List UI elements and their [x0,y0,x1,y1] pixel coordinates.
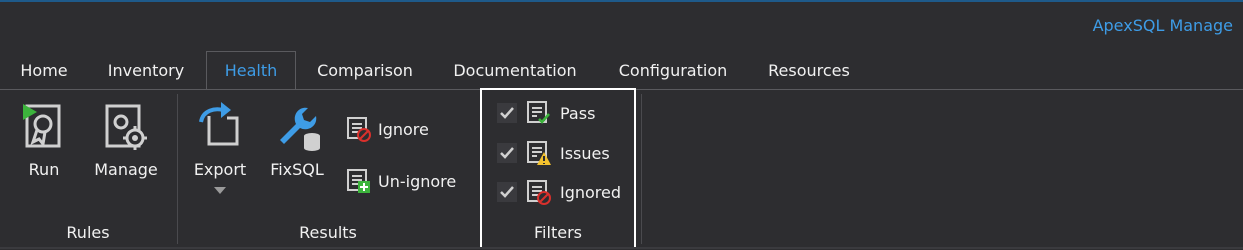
ignore-button[interactable]: Ignore [346,116,429,142]
checkbox-checked-icon[interactable] [496,181,518,203]
export-label: Export [193,160,247,179]
unignore-button[interactable]: Un-ignore [346,168,456,194]
group-divider [641,94,642,244]
results-group-label: Results [299,223,357,242]
pass-icon [527,101,550,124]
results-group: Export FixSQL Ignore Un-ignore Results [178,90,478,248]
export-button[interactable]: Export [190,100,250,199]
fixsql-label: FixSQL [270,160,324,179]
filter-issues[interactable]: Issues [496,140,610,166]
unignore-icon [347,169,370,193]
filters-group-label: Filters [534,223,582,242]
tab-home[interactable]: Home [8,52,80,90]
wrench-database-icon [280,107,320,151]
filter-issues-label: Issues [560,143,610,163]
title-bar: ApexSQL Manage [0,2,1243,50]
filters-group: Pass Issues Ignored Filters [480,88,636,248]
checkbox-checked-icon[interactable] [496,142,518,164]
export-icon [199,102,239,146]
filter-pass[interactable]: Pass [496,100,595,126]
manage-icon [105,104,147,150]
ignored-icon [527,180,551,205]
rules-group-label: Rules [66,223,110,242]
manage-button[interactable]: Manage [88,100,164,179]
tab-configuration[interactable]: Configuration [606,52,740,90]
run-icon [23,104,61,148]
ribbon-tabs: Home Inventory Health Comparison Documen… [0,50,1243,91]
filter-ignored[interactable]: Ignored [496,179,621,205]
unignore-label: Un-ignore [378,171,457,191]
warning-icon [527,141,551,165]
tab-resources[interactable]: Resources [756,52,862,90]
filter-pass-label: Pass [560,103,596,123]
chevron-down-icon[interactable] [214,187,226,195]
app-title: ApexSQL Manage [1092,16,1233,35]
tab-comparison[interactable]: Comparison [306,52,424,90]
ignore-icon [347,117,371,142]
run-button[interactable]: Run [14,100,74,179]
filter-ignored-label: Ignored [560,182,622,202]
ribbon-panel: Run Manage Rules Export FixSQL Ignore Un… [0,88,1243,250]
tab-documentation[interactable]: Documentation [442,52,588,90]
ignore-label: Ignore [378,119,429,139]
manage-label: Manage [94,160,158,179]
tab-inventory[interactable]: Inventory [96,52,196,90]
rules-group: Run Manage Rules [0,90,176,248]
run-label: Run [28,160,60,179]
checkbox-checked-icon[interactable] [496,102,518,124]
tab-health[interactable]: Health [206,51,296,91]
fixsql-button[interactable]: FixSQL [264,100,330,179]
